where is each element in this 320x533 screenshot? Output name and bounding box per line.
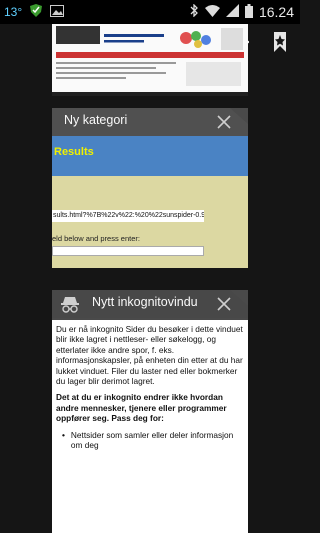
tab-title: Nytt inkognitovindu <box>92 295 198 309</box>
temperature-text: 13° <box>4 5 23 19</box>
wifi-icon <box>204 4 220 20</box>
tab-card-3[interactable]: Nytt inkognitovindu Du er nå inkognito S… <box>52 290 248 533</box>
preview-input-field <box>52 246 204 256</box>
shield-icon <box>30 4 43 20</box>
tab-preview-1 <box>56 26 244 92</box>
tab-preview-3: Du er nå inkognito Sider du besøker i de… <box>52 320 248 533</box>
battery-icon <box>244 3 253 21</box>
tab-title: Ny kategori <box>64 113 128 127</box>
status-bar: 13° 16.24 <box>0 0 300 24</box>
tab-header: Nytt inkognitovindu <box>52 290 248 318</box>
bookmark-icon <box>268 32 292 58</box>
list-item: • Nettsider som samler eller deler infor… <box>56 430 244 451</box>
tab-header: Ny kategori <box>52 108 248 136</box>
preview-heading: Results <box>52 136 248 176</box>
incognito-icon <box>60 294 80 314</box>
clock: 16.24 <box>258 4 294 20</box>
close-icon[interactable] <box>216 296 232 312</box>
gallery-icon <box>50 4 65 20</box>
tab-card-1[interactable] <box>52 24 248 96</box>
incognito-paragraph-1: Du er nå inkognito Sider du besøker i de… <box>56 324 243 387</box>
tab-card-2[interactable]: Ny kategori Results sults.html?%7B%22v%2… <box>52 108 248 268</box>
signal-icon <box>225 4 239 20</box>
bluetooth-icon <box>190 3 199 20</box>
close-icon[interactable] <box>216 114 232 130</box>
preview-prompt: eld below and press enter: <box>52 234 140 243</box>
incognito-bullet-1: Nettsider som samler eller deler informa… <box>70 429 234 451</box>
preview-url-field: sults.html?%7B%22v%22:%20%22sunspider-0.… <box>52 210 204 222</box>
bullet-icon: • <box>62 429 65 440</box>
bookmarks-button[interactable] <box>268 30 292 54</box>
tab-preview-2: Results sults.html?%7B%22v%22:%20%22suns… <box>52 136 248 268</box>
incognito-paragraph-2: Det at du er inkognito endrer ikke hvord… <box>56 392 227 424</box>
